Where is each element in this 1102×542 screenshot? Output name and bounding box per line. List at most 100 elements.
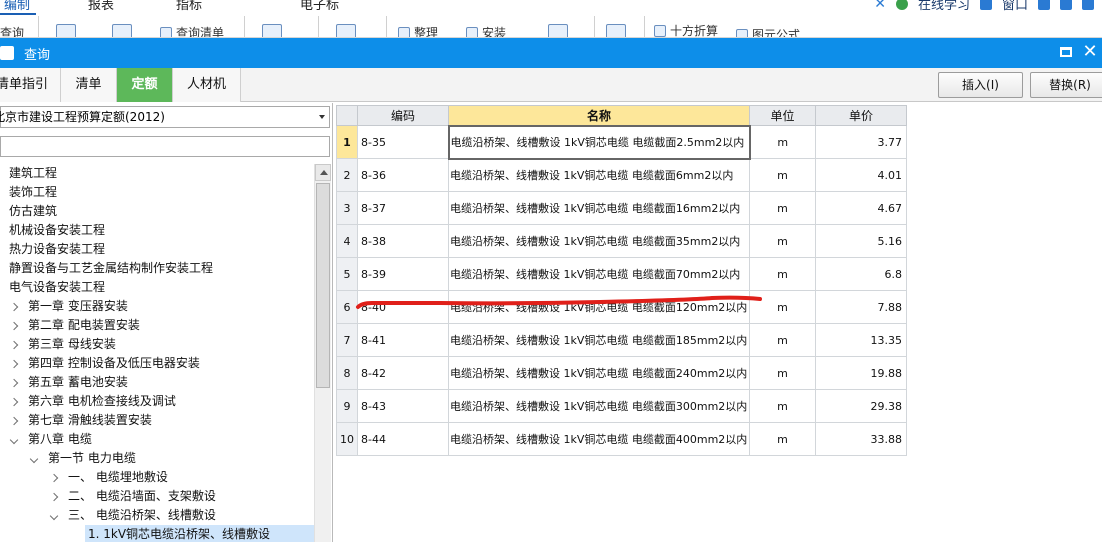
- table-row[interactable]: 9 8-43 电缆沿桥架、线槽敷设 1kV铜芯电缆 电缆截面300mm2以内 m 29.…: [336, 389, 907, 423]
- row-number[interactable]: 10: [336, 422, 358, 456]
- header-price[interactable]: 单价: [815, 105, 907, 126]
- tree-item[interactable]: 装饰工程: [0, 183, 314, 202]
- tree-item[interactable]: 第一节 电力电缆: [0, 449, 314, 468]
- cell-price[interactable]: 3.77: [815, 125, 907, 159]
- tree-item[interactable]: 三、 电缆沿桥架、线槽敷设: [0, 506, 314, 525]
- cell-price[interactable]: 7.88: [815, 290, 907, 324]
- quota-library-select[interactable]: 北京市建设工程预算定额(2012): [0, 106, 330, 128]
- tree-item[interactable]: 电气设备安装工程: [0, 278, 314, 297]
- cell-price[interactable]: 4.67: [815, 191, 907, 225]
- ribbon-tool-icon-b[interactable]: [112, 24, 132, 37]
- chevron-right-icon[interactable]: [48, 487, 60, 506]
- table-row[interactable]: 4 8-38 电缆沿桥架、线槽敷设 1kV铜芯电缆 电缆截面35mm2以内 m 5.16: [336, 224, 907, 258]
- tree-item[interactable]: 第二章 配电装置安装: [0, 316, 314, 335]
- tree-item[interactable]: 热力设备安装工程: [0, 240, 314, 259]
- tree-item[interactable]: 一、 电缆埋地敷设: [0, 468, 314, 487]
- row-number[interactable]: 2: [336, 158, 358, 192]
- tree-item[interactable]: 建筑工程: [0, 164, 314, 183]
- tree-item[interactable]: 二、 电缆沿墙面、支架敷设: [0, 487, 314, 506]
- chevron-down-icon[interactable]: [8, 430, 20, 449]
- tab-list[interactable]: 清单: [61, 68, 117, 102]
- tree-item[interactable]: 第四章 控制设备及低压电器安装: [0, 354, 314, 373]
- ribbon-tool-icon-a[interactable]: [56, 24, 76, 37]
- maximize-icon[interactable]: [1060, 47, 1072, 57]
- chevron-right-icon[interactable]: [8, 373, 20, 392]
- cell-code[interactable]: 8-39: [357, 257, 449, 291]
- ribbon-tool-install[interactable]: 安装: [466, 24, 506, 37]
- row-number[interactable]: 7: [336, 323, 358, 357]
- chevron-right-icon[interactable]: [8, 316, 20, 335]
- cell-price[interactable]: 5.16: [815, 224, 907, 258]
- chevron-right-icon[interactable]: [8, 335, 20, 354]
- header-name[interactable]: 名称: [448, 105, 750, 126]
- header-code[interactable]: 编码: [357, 105, 449, 126]
- row-number[interactable]: 3: [336, 191, 358, 225]
- table-row[interactable]: 2 8-36 电缆沿桥架、线槽敷设 1kV铜芯电缆 电缆截面6mm2以内 m 4.01: [336, 158, 907, 192]
- ribbon-tool-icon-c[interactable]: [262, 24, 282, 37]
- tree-item[interactable]: 机械设备安装工程: [0, 221, 314, 240]
- help-icon[interactable]: [1082, 0, 1094, 10]
- table-row[interactable]: 3 8-37 电缆沿桥架、线槽敷设 1kV铜芯电缆 电缆截面16mm2以内 m 4.67: [336, 191, 907, 225]
- ribbon-tab-index[interactable]: 指标: [176, 0, 202, 13]
- chevron-right-icon[interactable]: [8, 411, 20, 430]
- cell-name[interactable]: 电缆沿桥架、线槽敷设 1kV铜芯电缆 电缆截面300mm2以内: [448, 389, 750, 423]
- chevron-right-icon[interactable]: [48, 468, 60, 487]
- cell-code[interactable]: 8-44: [357, 422, 449, 456]
- cell-unit[interactable]: m: [749, 257, 816, 291]
- table-row[interactable]: 5 8-39 电缆沿桥架、线槽敷设 1kV铜芯电缆 电缆截面70mm2以内 m 6.8: [336, 257, 907, 291]
- row-number[interactable]: 5: [336, 257, 358, 291]
- ribbon-tool-query-list[interactable]: 查询清单: [160, 24, 224, 37]
- cell-code[interactable]: 8-36: [357, 158, 449, 192]
- tree-item[interactable]: 仿古建筑: [0, 202, 314, 221]
- tree-item[interactable]: 第五章 蓄电池安装: [0, 373, 314, 392]
- header-unit[interactable]: 单位: [749, 105, 816, 126]
- window-menu[interactable]: 窗口: [1002, 0, 1028, 13]
- chevron-right-icon[interactable]: [8, 297, 20, 316]
- ribbon-tool-tidy[interactable]: 整理: [398, 24, 438, 37]
- chevron-down-icon[interactable]: [48, 506, 60, 525]
- cell-name[interactable]: 电缆沿桥架、线槽敷设 1kV铜芯电缆 电缆截面2.5mm2以内: [447, 124, 751, 160]
- cell-unit[interactable]: m: [749, 323, 816, 357]
- cell-name[interactable]: 电缆沿桥架、线槽敷设 1kV铜芯电缆 电缆截面6mm2以内: [448, 158, 750, 192]
- tree-item[interactable]: 第一章 变压器安装: [0, 297, 314, 316]
- cell-code[interactable]: 8-38: [357, 224, 449, 258]
- ribbon-tool-earthwork[interactable]: 十方折算: [654, 22, 718, 37]
- cell-name[interactable]: 电缆沿桥架、线槽敷设 1kV铜芯电缆 电缆截面35mm2以内: [448, 224, 750, 258]
- cell-code[interactable]: 8-43: [357, 389, 449, 423]
- online-learning-link[interactable]: 在线学习: [918, 0, 970, 13]
- cell-price[interactable]: 6.8: [815, 257, 907, 291]
- table-row[interactable]: 7 8-41 电缆沿桥架、线槽敷设 1kV铜芯电缆 电缆截面185mm2以内 m 13.…: [336, 323, 907, 357]
- cell-name[interactable]: 电缆沿桥架、线槽敷设 1kV铜芯电缆 电缆截面70mm2以内: [448, 257, 750, 291]
- close-icon[interactable]: ✕: [1080, 42, 1100, 62]
- search-input[interactable]: [0, 136, 330, 157]
- row-number[interactable]: 8: [336, 356, 358, 390]
- cell-name[interactable]: 电缆沿桥架、线槽敷设 1kV铜芯电缆 电缆截面120mm2以内: [448, 290, 750, 324]
- cell-unit[interactable]: m: [749, 125, 816, 159]
- cell-unit[interactable]: m: [749, 290, 816, 324]
- ribbon-tab-edit[interactable]: 编制: [0, 0, 37, 15]
- row-number[interactable]: 6: [336, 290, 358, 324]
- row-number[interactable]: 4: [336, 224, 358, 258]
- chevron-right-icon[interactable]: [8, 354, 20, 373]
- cell-price[interactable]: 33.88: [815, 422, 907, 456]
- table-row[interactable]: 8 8-42 电缆沿桥架、线槽敷设 1kV铜芯电缆 电缆截面240mm2以内 m 19.…: [336, 356, 907, 390]
- cell-name[interactable]: 电缆沿桥架、线槽敷设 1kV铜芯电缆 电缆截面400mm2以内: [448, 422, 750, 456]
- cell-code[interactable]: 8-37: [357, 191, 449, 225]
- cell-unit[interactable]: m: [749, 356, 816, 390]
- cell-unit[interactable]: m: [749, 191, 816, 225]
- cell-price[interactable]: 4.01: [815, 158, 907, 192]
- cell-unit[interactable]: m: [749, 422, 816, 456]
- cell-price[interactable]: 29.38: [815, 389, 907, 423]
- cell-name[interactable]: 电缆沿桥架、线槽敷设 1kV铜芯电缆 电缆截面240mm2以内: [448, 356, 750, 390]
- insert-button[interactable]: 插入(I): [938, 72, 1023, 98]
- ribbon-tool-icon-e[interactable]: [548, 24, 568, 37]
- cell-code[interactable]: 8-42: [357, 356, 449, 390]
- close-x-icon[interactable]: ✕: [874, 0, 886, 12]
- tab-list-guide[interactable]: 清单指引: [0, 68, 61, 102]
- tree-item[interactable]: 第七章 滑触线装置安装: [0, 411, 314, 430]
- cell-price[interactable]: 13.35: [815, 323, 907, 357]
- table-row[interactable]: 1 8-35 电缆沿桥架、线槽敷设 1kV铜芯电缆 电缆截面2.5mm2以内 m 3.7…: [336, 124, 907, 160]
- table-row[interactable]: 6 8-40 电缆沿桥架、线槽敷设 1kV铜芯电缆 电缆截面120mm2以内 m 7.8…: [336, 290, 907, 324]
- ribbon-tool-formula[interactable]: 图元公式: [736, 26, 800, 37]
- ribbon-tab-report[interactable]: 报表: [88, 0, 114, 13]
